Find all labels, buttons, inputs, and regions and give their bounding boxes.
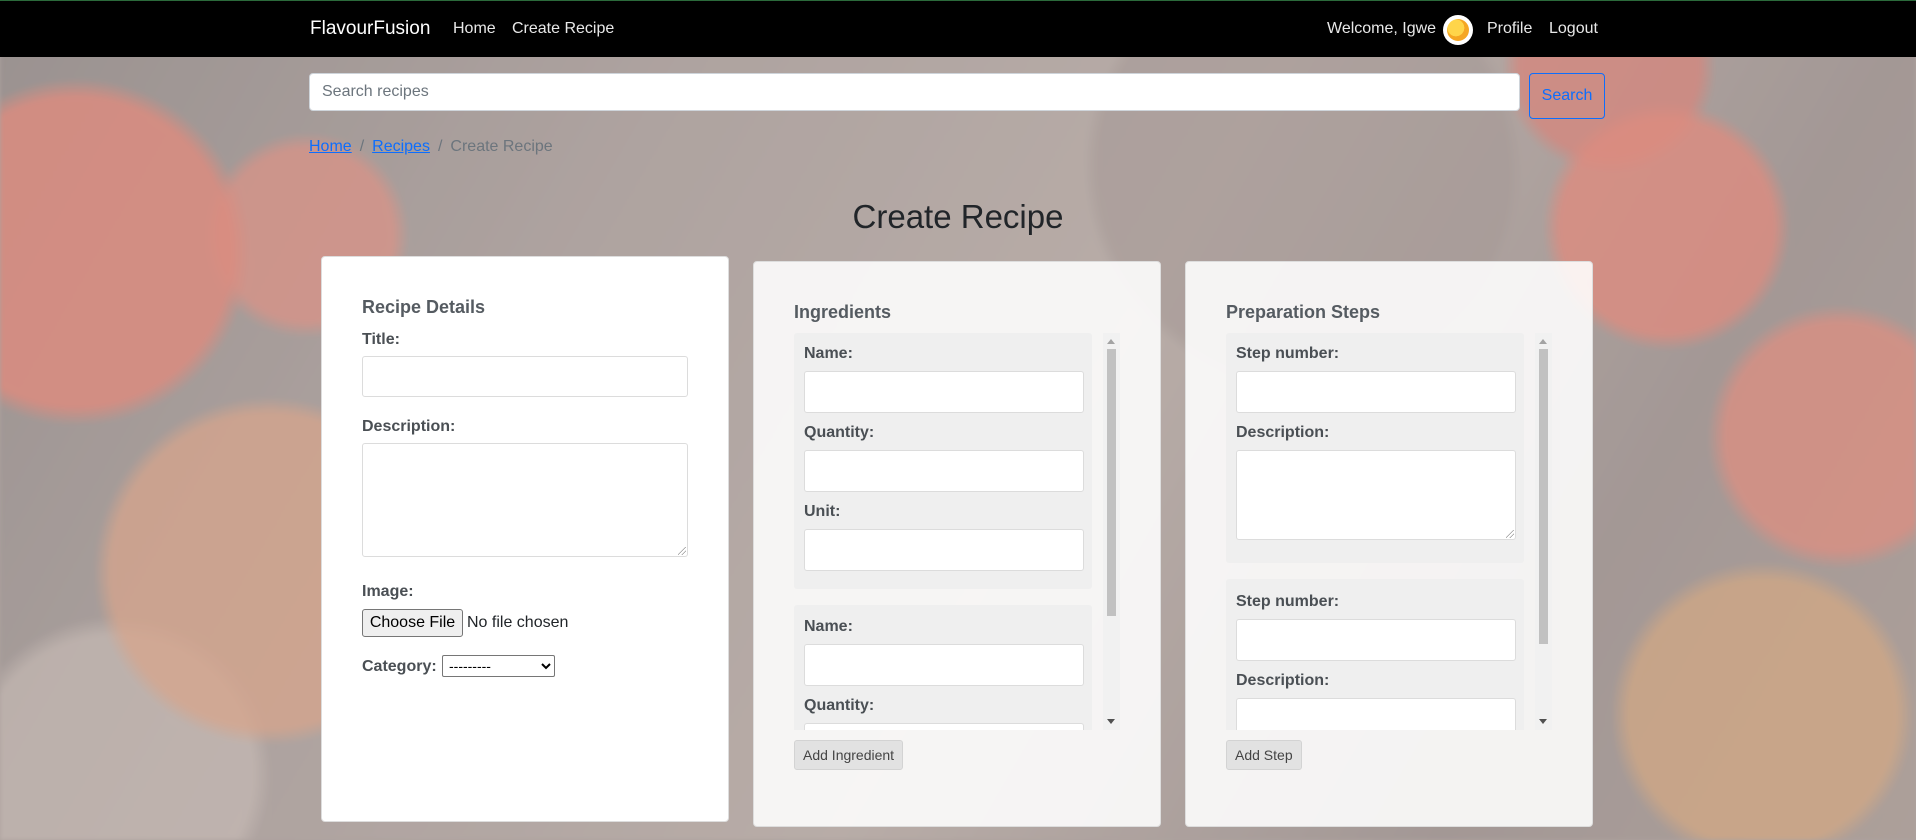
- breadcrumb-current: Create Recipe: [450, 138, 553, 155]
- step-description-textarea[interactable]: [1236, 698, 1516, 730]
- ingredients-title: Ingredients: [794, 302, 892, 322]
- steps-title: Preparation Steps: [1226, 302, 1381, 322]
- ingredient-quantity-label: Quantity:: [804, 697, 875, 714]
- scroll-thumb[interactable]: [1539, 349, 1548, 644]
- breadcrumb-separator: /: [437, 138, 443, 155]
- steps-scrollbar[interactable]: [1535, 333, 1552, 730]
- page-title: Create Recipe: [852, 198, 1064, 235]
- image-label: Image:: [362, 583, 414, 600]
- nav-link-home[interactable]: Home: [453, 20, 496, 38]
- ingredient-name-label: Name:: [804, 618, 853, 635]
- step-number-input[interactable]: [1236, 371, 1516, 413]
- ingredients-scroll-area[interactable]: Name: Quantity: Unit: Name: Quantity:: [794, 333, 1120, 730]
- ingredient-name-input[interactable]: [804, 644, 1084, 686]
- step-number-label: Step number:: [1236, 593, 1340, 610]
- resize-handle[interactable]: [678, 547, 686, 555]
- description-label: Description:: [362, 418, 456, 435]
- ingredient-quantity-label: Quantity:: [804, 424, 875, 441]
- navbar: FlavourFusion Home Create Recipe Welcome…: [0, 0, 1916, 57]
- nav-link-create-recipe[interactable]: Create Recipe: [512, 20, 614, 38]
- step-description-label: Description:: [1236, 672, 1330, 689]
- search-button[interactable]: Search: [1529, 73, 1605, 119]
- ingredient-quantity-input[interactable]: [804, 723, 1084, 730]
- category-label: Category:: [362, 658, 437, 675]
- ingredient-unit-input[interactable]: [804, 529, 1084, 571]
- ingredients-scrollbar[interactable]: [1103, 333, 1120, 730]
- recipe-details-title: Recipe Details: [362, 297, 486, 317]
- step-number-input[interactable]: [1236, 619, 1516, 661]
- breadcrumb-recipes[interactable]: Recipes: [372, 138, 430, 156]
- step-description-label: Description:: [1236, 424, 1330, 441]
- steps-scroll-area[interactable]: Step number: Description: Step number: D…: [1226, 333, 1552, 730]
- scroll-down-arrow[interactable]: [1539, 719, 1547, 724]
- ingredient-name-label: Name:: [804, 345, 853, 362]
- scroll-down-arrow[interactable]: [1107, 719, 1115, 724]
- nav-link-profile[interactable]: Profile: [1487, 20, 1532, 38]
- avatar-image: [1447, 19, 1469, 41]
- scroll-up-arrow[interactable]: [1107, 339, 1115, 344]
- category-select[interactable]: ---------: [442, 655, 555, 677]
- file-status-text: No file chosen: [467, 614, 569, 631]
- welcome-text: Welcome, Igwe: [1327, 20, 1437, 37]
- ingredient-quantity-input[interactable]: [804, 450, 1084, 492]
- add-step-button[interactable]: Add Step: [1226, 740, 1302, 770]
- ingredient-name-input[interactable]: [804, 371, 1084, 413]
- title-label: Title:: [362, 331, 400, 348]
- breadcrumb: Home / Recipes / Create Recipe: [309, 138, 553, 156]
- breadcrumb-home[interactable]: Home: [309, 138, 352, 156]
- ingredient-unit-label: Unit:: [804, 503, 841, 520]
- resize-handle[interactable]: [1506, 530, 1514, 538]
- avatar[interactable]: [1443, 15, 1473, 45]
- description-textarea[interactable]: [362, 443, 688, 557]
- brand-logo[interactable]: FlavourFusion: [310, 18, 430, 40]
- title-input[interactable]: [362, 356, 688, 397]
- scroll-up-arrow[interactable]: [1539, 339, 1547, 344]
- choose-file-button[interactable]: Choose File: [362, 609, 463, 637]
- nav-link-logout[interactable]: Logout: [1549, 20, 1598, 38]
- search-input[interactable]: [309, 73, 1520, 111]
- scroll-thumb[interactable]: [1107, 349, 1116, 616]
- step-number-label: Step number:: [1236, 345, 1340, 362]
- step-description-textarea[interactable]: [1236, 450, 1516, 540]
- add-ingredient-button[interactable]: Add Ingredient: [794, 740, 904, 770]
- breadcrumb-separator: /: [359, 138, 365, 155]
